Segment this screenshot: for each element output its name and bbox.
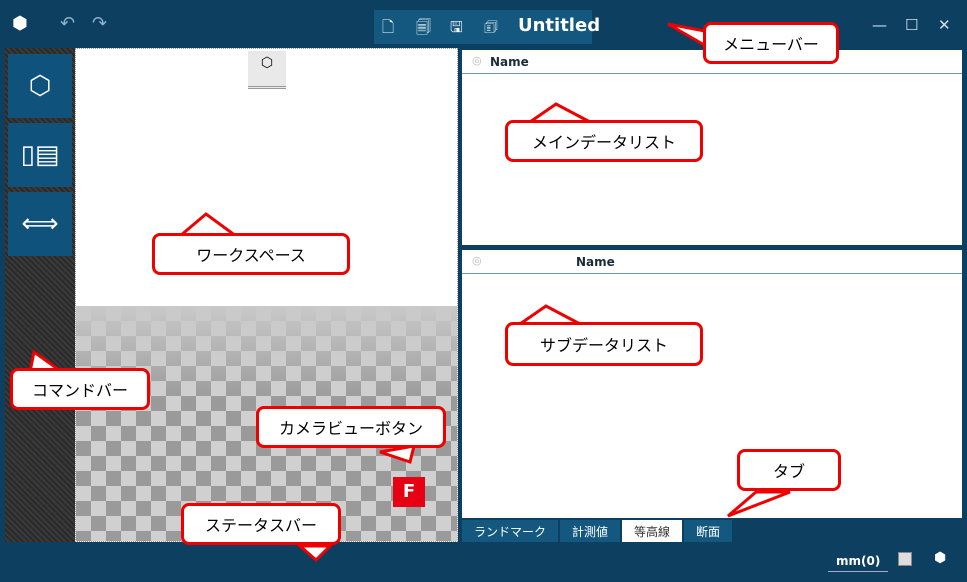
callout-camera: カメラビューボタン — [256, 406, 446, 448]
callout-workspace: ワークスペース — [152, 233, 350, 275]
callout-main-list: メインデータリスト — [505, 120, 703, 162]
callout-menubar: メニューバー — [703, 22, 839, 64]
callout-tab: タブ — [737, 449, 841, 491]
callout-pointers — [28, 22, 791, 563]
callout-status-bar: ステータスバー — [181, 503, 341, 545]
callout-command-bar: コマンドバー — [10, 368, 150, 410]
callout-sub-list: サブデータリスト — [505, 322, 703, 366]
